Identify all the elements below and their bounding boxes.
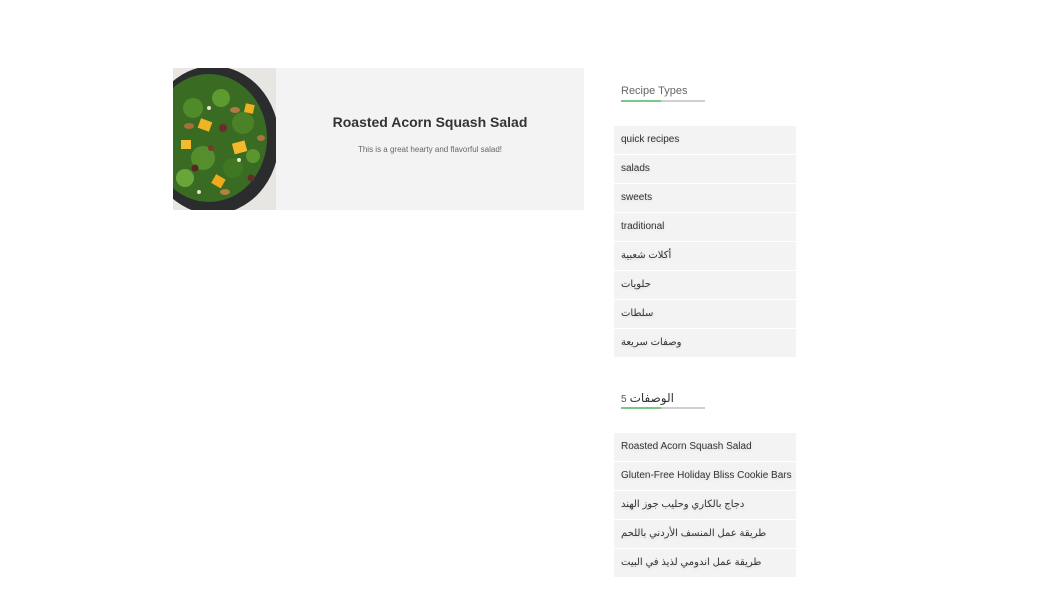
recipe-type-item[interactable]: وصفات سريعة [614,329,796,357]
recipe-types-widget: Recipe Types quick recipes salads sweets… [614,82,796,357]
recipe-link[interactable]: طريقة عمل المنسف الأردني باللحم [621,528,766,539]
recipe-type-link[interactable]: سلطات [621,308,653,319]
recipe-type-item[interactable]: quick recipes [614,126,796,154]
recipe-type-link[interactable]: salads [621,163,650,174]
recipe-link[interactable]: Roasted Acorn Squash Salad [621,441,752,452]
sidebar: Recipe Types quick recipes salads sweets… [614,82,796,578]
recipes-list: Roasted Acorn Squash Salad Gluten-Free H… [614,433,796,577]
recipe-list-item[interactable]: طريقة عمل اندومي لذيذ في البيت [614,549,796,577]
recipe-type-item[interactable]: salads [614,155,796,183]
recipes-count: 5 [621,394,627,405]
recipes-widget: 5 الوصفات Roasted Acorn Squash Salad Glut… [614,389,796,577]
recipe-thumbnail[interactable] [173,68,276,210]
recipe-list-item[interactable]: طريقة عمل المنسف الأردني باللحم [614,520,796,548]
recipe-type-item[interactable]: sweets [614,184,796,212]
recipe-type-item[interactable]: حلويات [614,271,796,299]
recipe-type-link[interactable]: وصفات سريعة [621,337,681,348]
recipe-type-item[interactable]: traditional [614,213,796,241]
recipes-widget-title: 5 الوصفات [614,389,796,409]
recipe-type-link[interactable]: quick recipes [621,134,679,145]
recipes-widget-title-text: الوصفات [629,391,674,405]
recipe-types-title-text: Recipe Types [621,85,688,97]
recipe-list-item[interactable]: Gluten-Free Holiday Bliss Cookie Bars [614,462,796,490]
recipe-link[interactable]: Gluten-Free Holiday Bliss Cookie Bars [621,470,792,481]
title-underline [621,407,705,409]
recipe-card[interactable]: Roasted Acorn Squash Salad This is a gre… [173,68,584,210]
recipe-list-item[interactable]: دجاج بالكاري وحليب جوز الهند [614,491,796,519]
recipe-type-item[interactable]: أكلات شعبية [614,242,796,270]
title-underline-accent [621,100,661,102]
recipe-types-title: Recipe Types [614,82,796,102]
recipe-type-link[interactable]: sweets [621,192,652,203]
recipe-type-item[interactable]: سلطات [614,300,796,328]
salad-image [173,68,276,210]
recipe-types-list: quick recipes salads sweets traditional … [614,126,796,357]
title-underline-accent [621,407,661,409]
title-underline [621,100,705,102]
page: Roasted Acorn Squash Salad This is a gre… [0,0,1060,604]
recipe-type-link[interactable]: traditional [621,221,664,232]
recipe-link[interactable]: دجاج بالكاري وحليب جوز الهند [621,499,744,510]
recipe-link[interactable]: طريقة عمل اندومي لذيذ في البيت [621,557,761,568]
recipe-card-body: Roasted Acorn Squash Salad This is a gre… [276,68,584,210]
recipe-type-link[interactable]: حلويات [621,279,651,290]
recipe-title[interactable]: Roasted Acorn Squash Salad [333,114,528,130]
recipe-list-item[interactable]: Roasted Acorn Squash Salad [614,433,796,461]
recipe-type-link[interactable]: أكلات شعبية [621,250,671,261]
recipe-description: This is a great hearty and flavorful sal… [357,145,503,154]
